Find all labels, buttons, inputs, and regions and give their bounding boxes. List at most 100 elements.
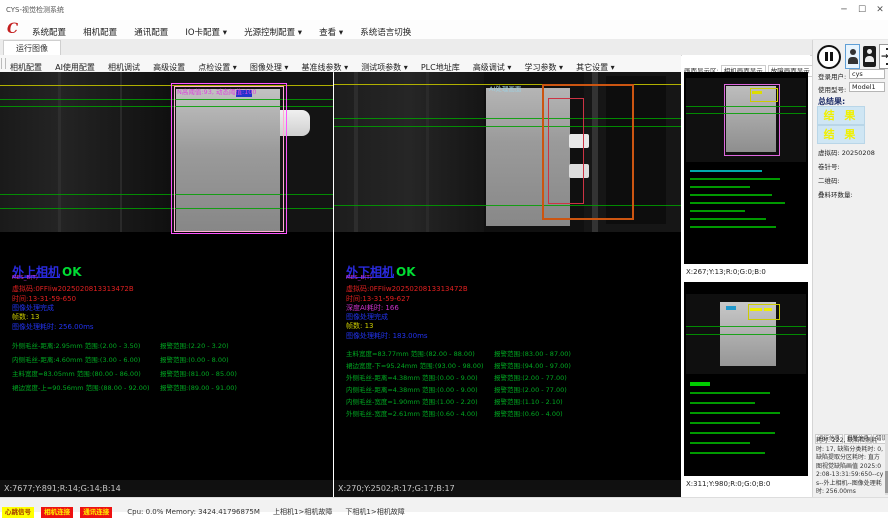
measure-line-green [686, 106, 806, 107]
measure-line-green [686, 326, 806, 327]
cpu-memory-status: Cpu: 0.0% Memory: 3424.41796875M [127, 508, 260, 516]
ring-count-label: 叠料环数量: [818, 189, 853, 199]
threshold-overlay-text: N高阈值:93, 动态阈值:100 [177, 86, 257, 96]
alarm-range: 报警范围:(1.10 - 2.10) [494, 396, 563, 406]
measurement-row: 裙边宽度-下=95.24mm 范围:(93.00 - 98.00) [346, 360, 484, 370]
pause-icon [825, 52, 828, 61]
pixel-coordinate-readout: X:270;Y:2502;R:17;G:17;B:17 [334, 480, 681, 497]
operator-button[interactable] [863, 46, 876, 67]
thumb-text-line [690, 178, 780, 180]
thumb-text-line [690, 412, 780, 414]
login-user-value[interactable]: cys [849, 69, 885, 79]
title-bar: CYS-视觉检测系统 ─ ☐ ✕ [0, 0, 888, 21]
roi-box-yellow [748, 304, 780, 320]
middle-camera-panel[interactable]: AI处理画面 外下相机OK MES_B(T) 虚拟码:0FFIiw2025020… [334, 72, 681, 497]
measurement-row: 外侧毛丝-距离=4.38mm 范围:(0.00 - 9.00) [346, 372, 478, 382]
ai-overlay-text: AI处理画面 [489, 83, 521, 93]
mes-sub-label: MES_B(T) [346, 275, 372, 281]
mes-sub-label: MES_B(T) [12, 275, 38, 281]
measurement-row: 外侧毛丝-距离:2.95mm 范围:(2.00 - 3.50) [12, 340, 140, 350]
pixel-coordinate-readout: X:7677;Y:891;R:14;G:14;B:14 [0, 480, 333, 497]
upper-camera-status: 上相机1>相机故障 [273, 507, 332, 517]
app-logo-icon: C [7, 21, 18, 37]
minimize-button[interactable]: ─ [836, 4, 852, 17]
thumb-text-line [690, 432, 775, 434]
right-sidebar: → 登录用户: cys 使用型号: Model1 总结果: 结 果 结 果 虚拟… [812, 40, 888, 497]
close-button[interactable]: ✕ [872, 4, 888, 17]
exit-button[interactable]: → [879, 44, 888, 69]
lower-camera-status: 下相机1>相机故障 [345, 507, 404, 517]
alarm-range: 报警范围:(2.00 - 77.00) [494, 384, 567, 394]
result-box-bottom: 结 果 [817, 125, 865, 144]
camera-connection-badge: 相机连接 [41, 507, 73, 518]
thumb-image [686, 78, 806, 162]
virtual-barcode: 虚拟码:0FFIiw2025020813313472B [12, 284, 134, 294]
thumb-text-line [690, 218, 766, 220]
marker-yellow [750, 308, 762, 311]
measurement-row: 内侧毛丝-距离:4.60mm 范围:(3.00 - 6.00) [12, 354, 140, 364]
alarm-range: 报警范围:(0.60 - 4.00) [494, 408, 563, 418]
measure-line-green [686, 113, 806, 114]
pause-button[interactable] [817, 45, 841, 69]
measurement-row: 内侧毛丝-宽度=1.90mm 范围:(1.00 - 2.20) [346, 396, 478, 406]
thumb-text-line [690, 210, 745, 212]
person-icon [867, 49, 872, 54]
person-icon [865, 56, 874, 62]
thumb-text-line [690, 226, 776, 228]
middle-camera-image[interactable]: AI处理画面 [334, 72, 681, 232]
thumb-coordinate-readout: X:311;Y:980;R:0;G:0;B:0 [686, 480, 770, 488]
thumb-ok-mark [690, 382, 710, 386]
alarm-range: 报警范围:(81.00 - 85.00) [160, 368, 237, 378]
marker-yellow [752, 91, 762, 94]
maximize-button[interactable]: ☐ [854, 4, 870, 17]
processing-elapsed: 图像处理耗时: 183.00ms [346, 331, 428, 341]
thumb-text-line [690, 402, 755, 404]
processing-elapsed: 图像处理耗时: 256.00ms [12, 322, 94, 332]
tab-strip: 运行图像 [0, 39, 812, 56]
virtual-barcode: 虚拟码:0FFIiw2025020813313472B [346, 284, 468, 294]
left-camera-image[interactable]: N高阈值:93, 动态阈值:100 [0, 72, 333, 232]
pause-icon [830, 52, 833, 61]
comm-connection-badge: 通讯连接 [80, 507, 112, 518]
marker-yellow [764, 308, 772, 311]
alarm-range: 报警范围:(89.00 - 91.00) [160, 382, 237, 392]
result-ok: OK [396, 265, 416, 279]
needle-number-label: 卷针号: [818, 161, 840, 171]
marker-blue [726, 306, 736, 310]
display-column: 画面显示区:相机画面显示故障画面显示 X:267;Y:13;R:0;G:0;B:… [682, 55, 810, 497]
result-ok: OK [62, 265, 82, 279]
roi-box-red [548, 98, 584, 204]
thumb-text-line [690, 442, 750, 444]
alarm-range: 报警范围:(83.00 - 87.00) [494, 348, 571, 358]
result-box-top: 结 果 [817, 106, 865, 125]
alarm-range: 报警范围:(94.00 - 97.00) [494, 360, 571, 370]
model-select[interactable]: Model1 [849, 82, 885, 92]
thumb-text-line [690, 422, 760, 424]
measurement-row: 裙边宽度-上=90.56mm 范围:(88.00 - 92.00) [12, 382, 150, 392]
log-output: 耗时: 222, 缺陷检测耗时: 17, 缺陷分类耗时: 0, 缺陷提取分区耗时… [816, 437, 884, 497]
heartbeat-badge: 心跳信号 [2, 507, 34, 518]
thumb-image [686, 294, 806, 374]
qrcode-label: 二维码: [818, 175, 840, 185]
thumbnail-camera-top[interactable] [684, 72, 808, 264]
left-camera-panel[interactable]: N高阈值:93, 动态阈值:100 外上相机OK MES_B(T) 虚拟码:0F… [0, 72, 333, 497]
roi-box-pink [174, 86, 284, 232]
thumb-text-line [690, 170, 762, 172]
toolbar: 相机配置 AI使用配置 相机调试 高级设置 点检设置 ▾ 图像处理 ▾ 基准线参… [0, 55, 681, 73]
person-icon [850, 49, 856, 55]
thumb-text-line [690, 186, 750, 188]
virtual-code-label: 虚拟码: 20250208 [818, 147, 875, 157]
tab-run-image[interactable]: 运行图像 [3, 40, 61, 56]
status-bar: 心跳信号 相机连接 通讯连接 Cpu: 0.0% Memory: 3424.41… [0, 497, 888, 512]
frame-count: 帧数: 13 [12, 312, 40, 322]
thumb-text-line [690, 202, 785, 204]
user-login-button[interactable] [845, 44, 860, 69]
thumb-text-line [690, 392, 770, 394]
alarm-range: 报警范围:(2.20 - 3.20) [160, 340, 229, 350]
measure-line-green [686, 334, 806, 335]
measurement-row: 内侧毛丝-距离=4.38mm 范围:(0.00 - 9.00) [346, 384, 478, 394]
frame-count: 帧数: 13 [346, 321, 374, 331]
exit-arrow-icon: → [881, 53, 888, 62]
thumb-text-line [690, 452, 765, 454]
thumbnail-camera-bottom[interactable] [684, 282, 808, 476]
